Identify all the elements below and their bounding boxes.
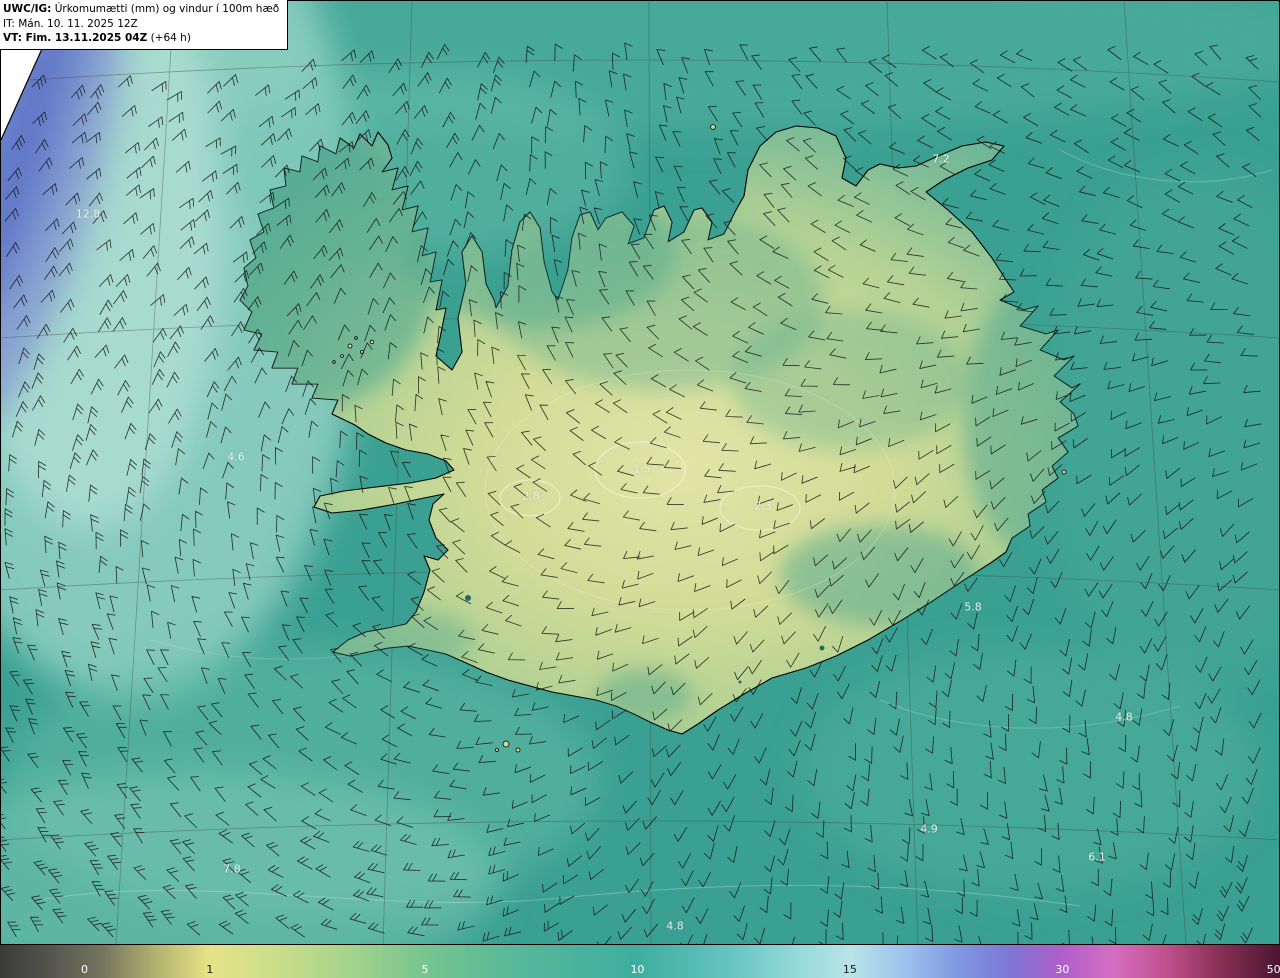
- colorbar-tick-label: 5: [421, 963, 429, 976]
- lead-time: (+64 h): [150, 32, 191, 45]
- model-id: UWC/IG:: [3, 3, 52, 15]
- forecast-info-panel: UWC/IG: Úrkomumætti (mm) og vindur í 100…: [0, 0, 289, 51]
- colorbar-tick-label: 1: [206, 963, 214, 976]
- colorbar-tick-label: 10: [630, 963, 645, 976]
- map-area: 12.8 7.2 4.6 1.5 2.8 2.3 5.8 4.8 4.9 6.1 7.8 4.8 UW…: [0, 0, 1280, 945]
- colorbar-tick-label: 50: [1266, 963, 1280, 976]
- product-title-line: UWC/IG: Úrkomumætti (mm) og vindur í 100…: [3, 2, 279, 17]
- init-time-line: IT: Mán. 10. 11. 2025 12Z: [3, 17, 279, 32]
- precipitation-colorbar: 0 1 5 10 15 30 50: [0, 945, 1280, 978]
- init-time: IT: Mán. 10. 11. 2025 12Z: [3, 17, 138, 30]
- colorbar-tick-label: 15: [842, 963, 857, 976]
- weather-map-viewer: 12.8 7.2 4.6 1.5 2.8 2.3 5.8 4.8 4.9 6.1 7.8 4.8 UW…: [0, 0, 1280, 978]
- colorbar-tick-labels: 0 1 5 10 15 30 50: [0, 945, 1280, 978]
- valid-time-line: VT: Fim. 13.11.2025 04Z (+64 h): [3, 31, 279, 46]
- colorbar-tick-label: 30: [1055, 963, 1070, 976]
- field-title: Úrkomumætti (mm) og vindur í 100m hæð: [54, 3, 280, 15]
- colorbar-tick-label: 0: [80, 963, 88, 976]
- valid-time: VT: Fim. 13.11.2025 04Z: [3, 32, 148, 45]
- map-canvas: [0, 0, 1280, 945]
